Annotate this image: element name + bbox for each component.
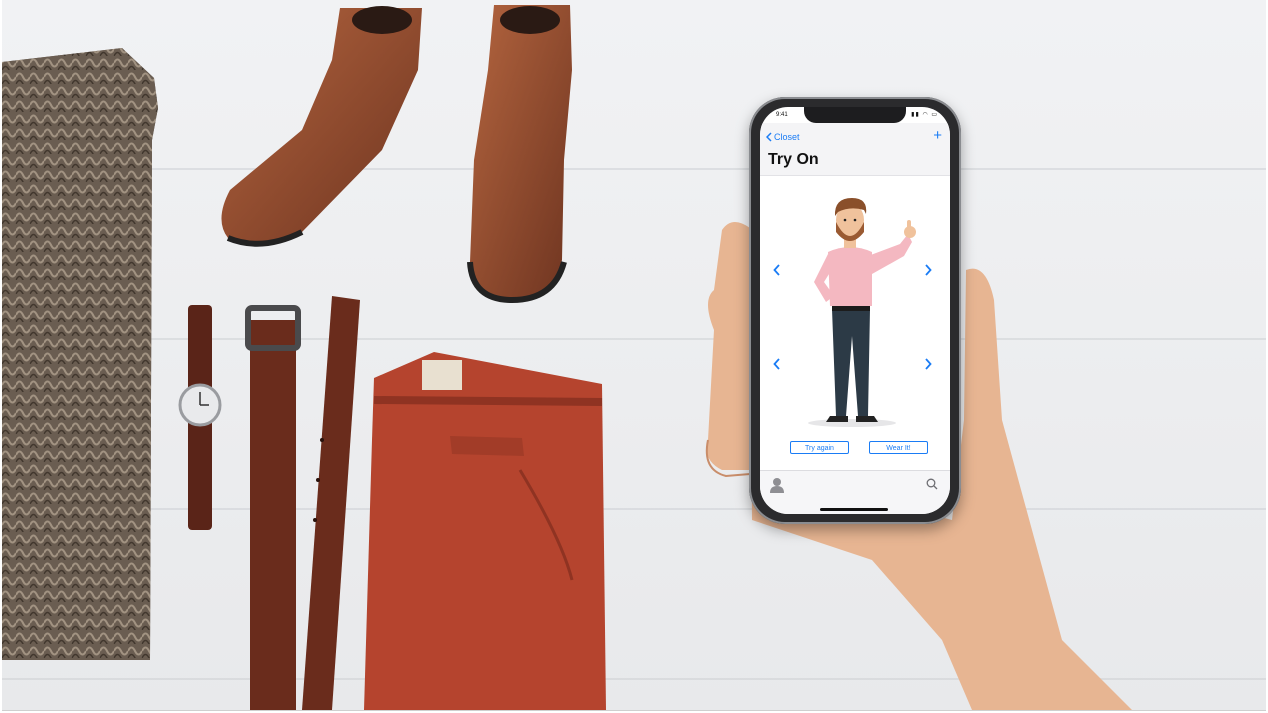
navigation-bar: Closet + Try On xyxy=(760,123,950,176)
background-photo xyxy=(2,0,1266,711)
prev-top-arrow-icon[interactable] xyxy=(773,264,781,276)
chevron-left-icon xyxy=(766,132,772,142)
search-icon[interactable] xyxy=(926,478,938,490)
status-time: 9:41 xyxy=(776,112,788,118)
phone-screen: 9:41 ▮▮ ◠ ▭ Closet + Try On Try again We… xyxy=(760,107,950,514)
next-bottom-arrow-icon[interactable] xyxy=(924,358,932,370)
add-button[interactable]: + xyxy=(933,127,942,144)
person-icon[interactable] xyxy=(770,477,784,493)
next-top-arrow-icon[interactable] xyxy=(924,264,932,276)
try-again-button[interactable]: Try again xyxy=(790,441,849,454)
back-label: Closet xyxy=(774,132,800,142)
avatar-figure xyxy=(808,198,916,427)
phone-notch xyxy=(804,107,906,123)
status-icons: ▮▮ ◠ ▭ xyxy=(911,112,938,118)
prev-bottom-arrow-icon[interactable] xyxy=(773,358,781,370)
try-on-content: Try again Wear It! xyxy=(760,176,950,471)
sweater-image xyxy=(2,48,158,660)
watch-image xyxy=(178,305,222,530)
clothing-props-illustration xyxy=(2,5,1132,710)
phone-frame: 9:41 ▮▮ ◠ ▭ Closet + Try On Try again We… xyxy=(749,97,961,524)
home-indicator xyxy=(820,508,888,511)
right-boot-image xyxy=(467,5,572,304)
page-title: Try On xyxy=(768,151,819,168)
wear-it-button[interactable]: Wear It! xyxy=(869,441,928,454)
left-boot-image xyxy=(221,6,422,247)
red-pants-image xyxy=(364,352,606,710)
belt-image xyxy=(245,296,360,710)
back-button[interactable]: Closet xyxy=(766,132,800,142)
